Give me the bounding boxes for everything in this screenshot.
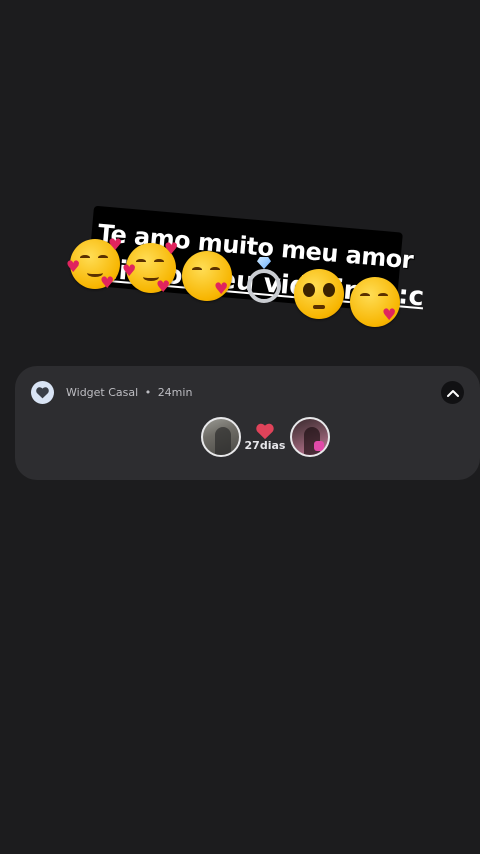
face-blowing-kiss-icon: ♥ bbox=[182, 251, 232, 301]
smiling-face-with-hearts-icon: ♥ ♥ ♥ bbox=[122, 239, 179, 296]
smiling-face-with-hearts-icon: ♥ ♥ ♥ bbox=[66, 235, 123, 292]
chevron-up-icon bbox=[446, 389, 459, 397]
days-together-count: 27dias bbox=[244, 439, 286, 452]
pleading-face-icon bbox=[294, 269, 344, 319]
partner-avatar-left bbox=[201, 417, 241, 457]
ring-icon bbox=[244, 257, 284, 305]
app-name: Widget Casal bbox=[66, 386, 139, 399]
heart-app-icon bbox=[31, 381, 54, 404]
separator-dot: • bbox=[144, 386, 152, 399]
face-blowing-kiss-icon: ♥ bbox=[350, 277, 400, 327]
text-sticker[interactable]: Te amo muito meu amor lindo meu vidolind… bbox=[66, 205, 425, 327]
notification-header: Widget Casal • 24min bbox=[66, 386, 192, 399]
emoji-row: ♥ ♥ ♥ ♥ ♥ ♥ ♥ ♥ bbox=[66, 235, 420, 327]
heart-icon bbox=[256, 423, 274, 440]
partner-avatar-right bbox=[290, 417, 330, 457]
collapse-button[interactable] bbox=[441, 381, 464, 404]
timestamp: 24min bbox=[157, 386, 193, 399]
widget-casal-notification[interactable]: Widget Casal • 24min 27dias bbox=[15, 366, 480, 480]
